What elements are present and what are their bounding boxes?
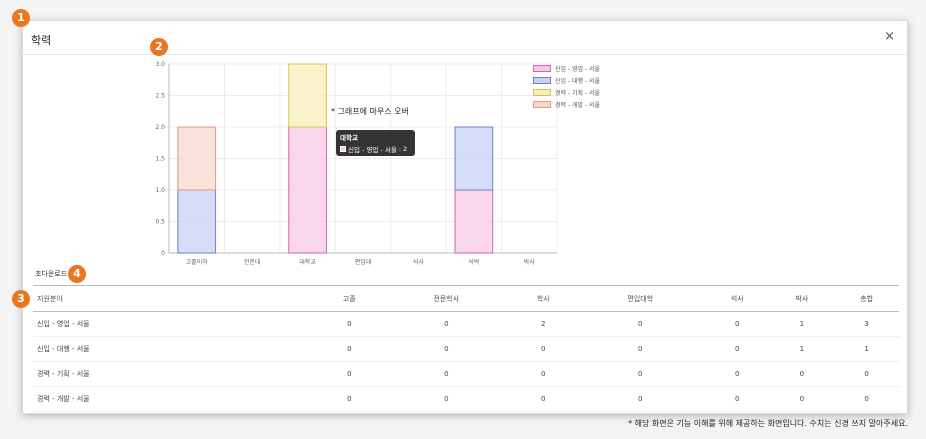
bar-segment (288, 126, 327, 254)
table-cell: 0 (704, 386, 770, 412)
table-cell: 1 (769, 311, 835, 337)
table-cell: 1 (834, 336, 899, 362)
x-tick-label: 석사 (413, 258, 425, 266)
header-doctor: 박사 (769, 285, 835, 312)
legend-item[interactable]: 경력 - 개발 - 서울 (533, 98, 600, 110)
x-tick-label: 석박 (468, 258, 480, 266)
annotation-badge-1: 1 (12, 9, 30, 27)
x-tick-label: 대학교 (299, 258, 316, 266)
table-cell: 0 (704, 311, 770, 337)
y-tick-label: 0.5 (155, 219, 165, 226)
chart-grid (168, 63, 558, 254)
header-highschool: 고졸 (316, 285, 382, 312)
x-tick-label: 고졸이하 (186, 258, 209, 266)
table-header-row: 지원분야 고졸 전문학사 학사 편입대학 석사 박사 총합 (33, 285, 899, 312)
table-row: 경력 - 개발 - 서울 0 0 0 0 0 0 0 (33, 386, 899, 412)
bar-segment (177, 126, 217, 191)
legend-swatch (533, 76, 551, 84)
bar-segment (288, 63, 327, 128)
y-tick-label: 0 (161, 250, 165, 257)
annotation-badge-4: 4 (68, 265, 86, 283)
education-bar-chart: 00.51.01.52.02.53.0고졸이하 전문대 대학교 편입대 석사 석박 박사 (155, 61, 558, 266)
header-associate: 전문학사 (381, 285, 511, 312)
legend-swatch (533, 100, 551, 108)
education-modal: 학력 × 0 0.5 1.0 1.5 2.0 2.5 3.0 고졸이하 전문대 대학교 편입대 석사 석… (22, 20, 908, 414)
table-cell: 0 (381, 311, 511, 337)
legend-item[interactable]: 신입 - 영업 - 서울 (533, 62, 600, 74)
legend-swatch (533, 88, 551, 96)
table-cell: 0 (510, 361, 576, 387)
table-cell: 0 (510, 336, 576, 362)
education-table: 지원분야 고졸 전문학사 학사 편입대학 석사 박사 총합 신입 - 영업 - … (33, 285, 899, 412)
table-cell: 신입 - 대행 - 서울 (33, 336, 317, 362)
tooltip-title: 대학교 (340, 134, 358, 142)
header-master: 석사 (704, 285, 770, 312)
x-tick-label: 편입대 (355, 258, 372, 266)
bar-segment (454, 189, 494, 254)
table-cell: 0 (834, 361, 899, 387)
y-tick-label: 2.0 (155, 124, 165, 131)
table-cell: 2 (510, 311, 576, 337)
legend-label: 신입 - 영업 - 서울 (555, 65, 601, 73)
tooltip-series: 신입 - 영업 - 서울 (348, 146, 397, 154)
footnote: * 해당 화면은 기능 이해를 위해 제공하는 화면입니다. 수치는 신경 쓰지… (628, 419, 908, 428)
table-cell: 3 (834, 311, 899, 337)
table-cell: 0 (575, 336, 705, 362)
table-cell: 0 (575, 361, 705, 387)
legend-item[interactable]: 신입 - 대행 - 서울 (533, 74, 600, 86)
legend-item[interactable]: 경력 - 기획 - 서울 (533, 86, 600, 98)
table-row: 신입 - 대행 - 서울 0 0 0 0 0 1 1 (33, 336, 899, 362)
table-cell: 0 (834, 386, 899, 412)
table-cell: 0 (316, 336, 382, 362)
header-transfer: 편입대학 (575, 285, 705, 312)
table-subtitle: 초다운로드 (35, 270, 68, 278)
y-tick-label: 1.0 (155, 187, 165, 194)
legend-swatch (533, 64, 551, 72)
x-tick-label: 박사 (524, 258, 536, 266)
table-cell: 신입 - 영업 - 서울 (33, 311, 317, 337)
table-cell: 0 (381, 336, 511, 362)
tooltip-swatch (340, 146, 346, 152)
table-row: 신입 - 영업 - 서울 0 0 2 0 0 1 3 (33, 311, 899, 337)
hover-note: * 그래프에 마우스 오버 (331, 107, 409, 116)
table-row: 경력 - 기획 - 서울 0 0 0 0 0 0 0 (33, 361, 899, 387)
tooltip-value: 2 (403, 145, 408, 153)
table-cell: 0 (704, 336, 770, 362)
chart-legend: 신입 - 영업 - 서울 신입 - 대행 - 서울 경력 - 기획 - 서울 경… (533, 62, 600, 110)
legend-label: 신입 - 대행 - 서울 (555, 77, 601, 85)
table-cell: 0 (381, 386, 511, 412)
header-total: 총합 (834, 285, 899, 312)
legend-label: 경력 - 개발 - 서울 (555, 101, 601, 109)
header-field: 지원분야 (33, 285, 317, 312)
bar-segment (454, 126, 494, 191)
table-cell: 0 (769, 361, 835, 387)
table-cell: 0 (575, 386, 705, 412)
y-tick-label: 2.5 (155, 93, 165, 100)
table-cell: 0 (316, 311, 382, 337)
table-cell: 0 (316, 361, 382, 387)
table-cell: 0 (769, 386, 835, 412)
header-bachelor: 학사 (510, 285, 576, 312)
bar-segment (177, 189, 217, 254)
legend-label: 경력 - 기획 - 서울 (555, 89, 601, 97)
tooltip-colon: : (398, 145, 402, 153)
y-tick-label: 3.0 (155, 61, 165, 68)
table-cell: 0 (510, 386, 576, 412)
table-cell: 경력 - 기획 - 서울 (33, 361, 317, 387)
chart-tooltip: 대학교 신입 - 영업 - 서울 : 2 (336, 130, 415, 156)
table-cell: 경력 - 개발 - 서울 (33, 386, 317, 412)
annotation-badge-3: 3 (12, 290, 30, 308)
table-cell: 0 (704, 361, 770, 387)
table-cell: 0 (316, 386, 382, 412)
annotation-badge-2: 2 (150, 38, 168, 56)
table-cell: 1 (769, 336, 835, 362)
table-cell: 0 (575, 311, 705, 337)
y-tick-label: 1.5 (155, 156, 165, 163)
table-cell: 0 (381, 361, 511, 387)
x-tick-label: 전문대 (244, 258, 261, 266)
